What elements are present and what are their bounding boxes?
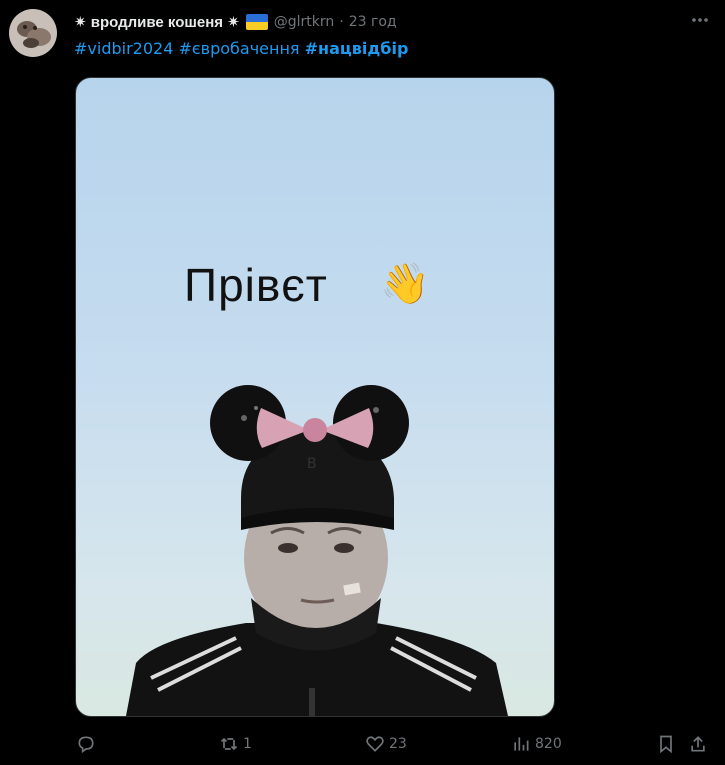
heart-icon [366, 736, 384, 752]
tweet-header: ✷ вродливе кошеня ✷ @glrtkrn · 23 год [74, 12, 397, 32]
retweet-count: 1 [243, 736, 252, 752]
tweet-text: #vidbir2024 #євробачення #нацвідбір [74, 39, 408, 58]
like-button[interactable]: 23 [365, 728, 407, 760]
user-handle[interactable]: @glrtkrn [274, 14, 335, 30]
reply-icon [78, 736, 94, 754]
timestamp[interactable]: 23 год [349, 14, 397, 30]
bookmark-icon [660, 735, 672, 754]
svg-text:B: B [307, 456, 317, 472]
tweet[interactable]: ✷ вродливе кошеня ✷ @glrtkrn · 23 год #v… [0, 0, 725, 765]
views-button[interactable]: 820 [511, 728, 562, 760]
hashtag-eurovision[interactable]: #євробачення [178, 39, 299, 58]
views-chart-icon [514, 737, 529, 751]
share-icon [691, 736, 705, 752]
avatar[interactable] [9, 9, 57, 57]
media-caption: Прівєт [184, 259, 328, 311]
waving-hand-icon: 👋 [380, 262, 430, 306]
avatar-image [9, 9, 57, 57]
retweet-button[interactable]: 1 [219, 728, 252, 760]
share-button[interactable] [688, 728, 712, 760]
separator-dot: · [339, 14, 344, 30]
more-icon[interactable] [688, 10, 712, 30]
tweet-media[interactable]: B Прівєт 👋 [75, 77, 555, 717]
ukraine-flag-icon [245, 14, 268, 30]
hashtag-natsvidbir[interactable]: #нацвідбір [305, 39, 409, 58]
views-count: 820 [535, 736, 562, 752]
bookmark-button[interactable] [656, 728, 680, 760]
display-name[interactable]: ✷ вродливе кошеня ✷ [74, 13, 240, 31]
media-illustration: B [126, 385, 508, 716]
action-bar: 1 23 820 [0, 728, 725, 760]
reply-button[interactable] [76, 728, 100, 760]
hashtag-vidbir2024[interactable]: #vidbir2024 [74, 39, 173, 58]
retweet-icon [220, 737, 238, 751]
like-count: 23 [389, 736, 407, 752]
